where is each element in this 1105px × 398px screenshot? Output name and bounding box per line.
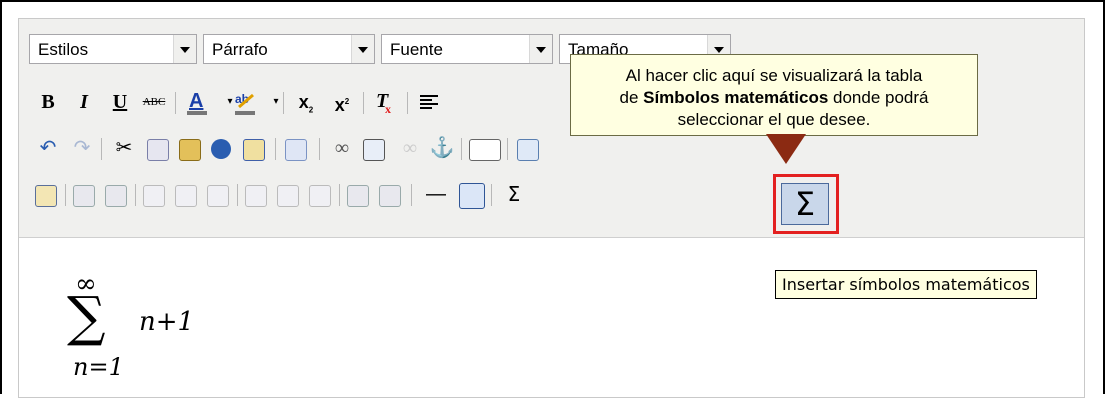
remove-format-button[interactable]: Tx <box>371 87 401 117</box>
horizontal-rule-button[interactable]: — <box>421 179 451 209</box>
toolbar-separator <box>175 92 176 114</box>
delete-row-icon[interactable] <box>207 185 229 207</box>
format-select-value: Párrafo <box>212 40 268 59</box>
text-color-icon: A <box>187 90 207 115</box>
toolbar-separator <box>283 92 284 114</box>
toolbar-separator <box>237 184 238 206</box>
styles-select-value: Estilos <box>38 40 89 59</box>
chevron-down-icon[interactable] <box>173 35 196 63</box>
callout-line-2: de Símbolos matemáticos donde podrá <box>619 88 929 107</box>
arrow-down-icon <box>766 134 806 164</box>
toolbar-separator <box>275 138 276 160</box>
align-left-button[interactable] <box>415 87 445 117</box>
toolbar-row-2: B I U ABC A ▾ ab ▾ x2 x2 Tx <box>29 87 589 121</box>
copy-icon[interactable] <box>147 139 169 161</box>
preview-icon[interactable] <box>517 139 539 161</box>
button-tooltip: Insertar símbolos matemáticos <box>775 270 1037 299</box>
unlink-icon: ∞ <box>402 137 418 159</box>
link-button[interactable]: ∞ <box>327 133 357 163</box>
table-row-icon[interactable] <box>73 185 95 207</box>
subscript-icon: x <box>298 92 309 112</box>
align-left-icon <box>420 95 438 109</box>
split-cells-icon[interactable] <box>347 185 369 207</box>
unlink-button[interactable]: ∞ <box>395 133 425 163</box>
merge-cells-icon[interactable] <box>379 185 401 207</box>
toolbar-row-3: ↶ ↷ ✂ ∞ ∞ ⚓ <box>29 133 809 167</box>
toolbar-separator <box>507 138 508 160</box>
insert-row-after-icon[interactable] <box>175 185 197 207</box>
toolbar-separator <box>407 92 408 114</box>
paste-word-icon[interactable] <box>243 139 265 161</box>
format-select[interactable]: Párrafo <box>203 34 375 64</box>
anchor-button[interactable]: ⚓ <box>427 133 457 163</box>
lower-limit: n=1 <box>73 353 124 381</box>
remove-format-icon: Tx <box>376 90 391 116</box>
font-select[interactable]: Fuente <box>381 34 553 64</box>
italic-button[interactable]: I <box>69 87 99 117</box>
toolbar-separator <box>363 92 364 114</box>
link-icon: ∞ <box>334 137 350 159</box>
svg-text:x: x <box>385 102 391 116</box>
superscript-button[interactable]: x2 <box>327 87 357 117</box>
toolbar-separator <box>411 184 412 206</box>
math-symbols-button[interactable]: Σ <box>781 183 829 225</box>
summation-symbol: ∑ <box>67 285 106 348</box>
paste-icon[interactable] <box>179 139 201 161</box>
math-symbols-highlight: Σ <box>773 174 839 234</box>
anchor-icon: ⚓ <box>429 137 455 159</box>
highlight-color-button[interactable]: ab <box>231 87 261 117</box>
svg-text:A: A <box>189 90 203 112</box>
text-color-button[interactable]: A <box>183 87 213 117</box>
bold-button[interactable]: B <box>33 87 63 117</box>
superscript-icon: x <box>334 95 345 115</box>
toolbar-separator <box>461 138 462 160</box>
undo-button[interactable]: ↶ <box>33 133 63 163</box>
table-icon[interactable] <box>459 183 485 209</box>
math-formula-button[interactable]: Σ <box>499 179 529 209</box>
delete-col-icon[interactable] <box>309 185 331 207</box>
chevron-down-icon[interactable] <box>351 35 374 63</box>
table-cell-icon[interactable] <box>105 185 127 207</box>
html-source-icon[interactable] <box>469 139 501 161</box>
strikethrough-button[interactable]: ABC <box>139 87 169 117</box>
insert-row-before-icon[interactable] <box>143 185 165 207</box>
math-expression: ∞ ∑ n=1 n+1 <box>57 267 257 387</box>
anchor-tree-icon[interactable] <box>363 139 385 161</box>
toolbar-separator <box>135 184 136 206</box>
toolbar-separator <box>65 184 66 206</box>
paste-text-icon[interactable] <box>211 139 231 159</box>
toolbar-separator <box>491 184 492 206</box>
toolbar-separator <box>319 138 320 160</box>
font-select-value: Fuente <box>390 40 443 59</box>
scissors-icon: ✂ <box>115 137 133 159</box>
cut-button[interactable]: ✂ <box>109 133 139 163</box>
insert-col-before-icon[interactable] <box>245 185 267 207</box>
underline-button[interactable]: U <box>105 87 135 117</box>
highlight-icon: ab <box>235 92 255 115</box>
instruction-callout: Al hacer clic aquí se visualizará la tab… <box>570 54 978 136</box>
find-icon[interactable] <box>285 139 307 161</box>
redo-icon: ↷ <box>73 137 91 159</box>
toolbar-row-4: — Σ <box>29 179 809 213</box>
expression: n+1 <box>139 307 195 337</box>
styles-select[interactable]: Estilos <box>29 34 197 64</box>
subscript-button[interactable]: x2 <box>291 87 321 117</box>
highlight-color-dropdown[interactable]: ▾ <box>261 87 291 117</box>
callout-line-1: Al hacer clic aquí se visualizará la tab… <box>625 66 923 85</box>
toolbar-separator <box>101 138 102 160</box>
chevron-down-icon[interactable] <box>529 35 552 63</box>
callout-bold: Símbolos matemáticos <box>643 88 829 107</box>
undo-icon: ↶ <box>39 137 57 159</box>
edit-icon[interactable] <box>35 185 57 207</box>
redo-button[interactable]: ↷ <box>67 133 97 163</box>
callout-line-3: seleccionar el que desee. <box>677 110 871 129</box>
toolbar-separator <box>339 184 340 206</box>
insert-col-after-icon[interactable] <box>277 185 299 207</box>
